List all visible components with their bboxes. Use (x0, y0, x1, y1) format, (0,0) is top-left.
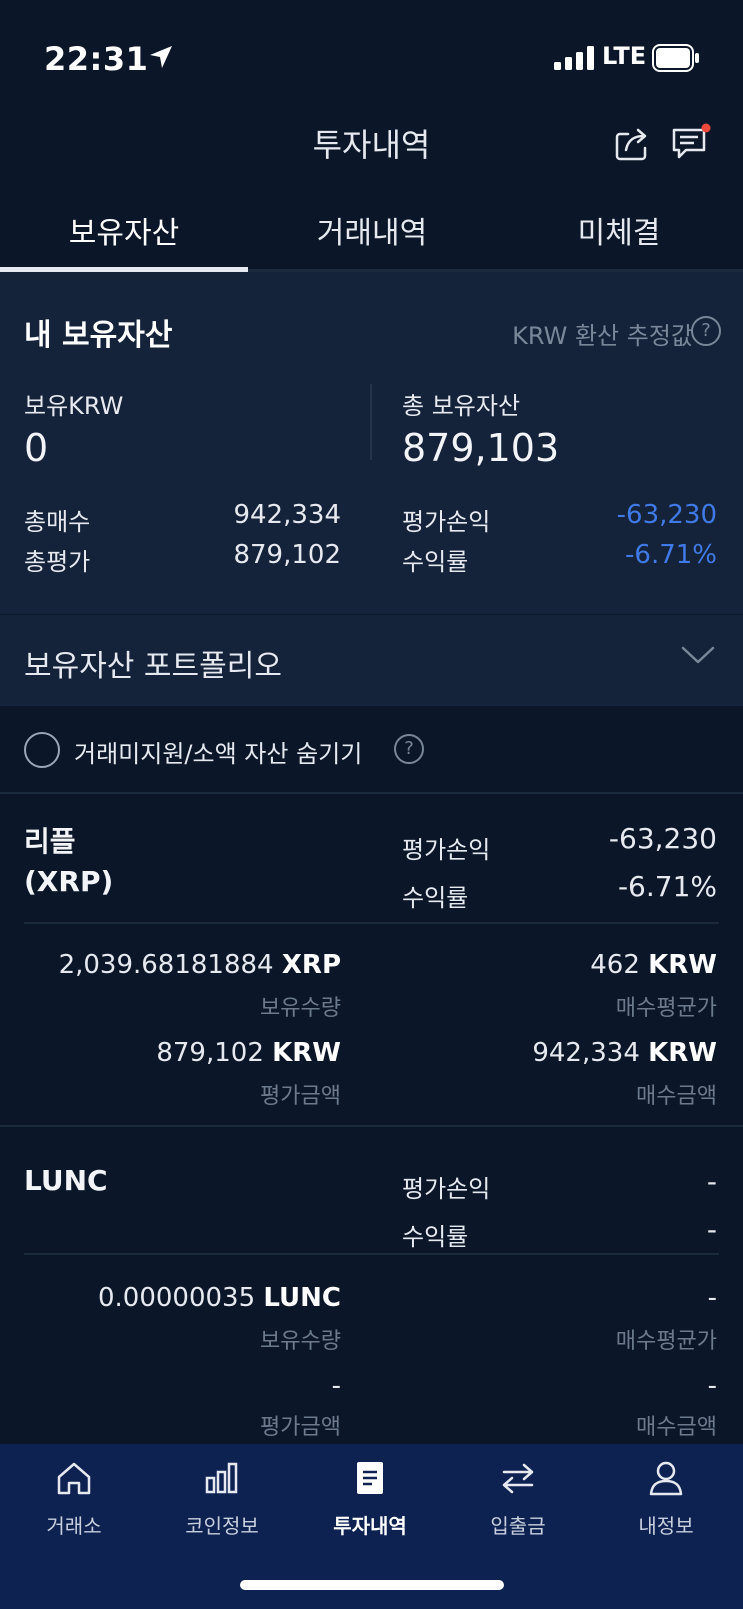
hide-small-assets-checkbox[interactable] (24, 732, 60, 768)
tab-holdings[interactable]: 보유자산 (0, 208, 248, 268)
pnl-label: 평가손익 (402, 508, 491, 536)
nav-exchange[interactable]: 거래소 (0, 1458, 148, 1539)
asset-quantity: 2,039.68181884 XRP (58, 950, 341, 980)
portfolio-label: 보유자산 포트폴리오 (24, 649, 282, 684)
asset-avg-price-label: 매수평균가 (615, 996, 717, 1021)
nav-label: 투자내역 (333, 1514, 407, 1538)
asset-buy-amount: - (707, 1371, 717, 1401)
asset-buy-amount-label: 매수금액 (636, 1084, 717, 1109)
asset-pnl-value: -63,230 (608, 822, 717, 855)
nav-label: 내정보 (638, 1514, 694, 1538)
help-icon[interactable]: ? (394, 734, 424, 764)
chat-icon[interactable] (670, 122, 712, 164)
nav-coin-info[interactable]: 코인정보 (148, 1458, 296, 1539)
held-krw-value: 0 (24, 426, 49, 470)
total-assets-value: 879,103 (402, 426, 560, 470)
transfer-icon (502, 1463, 534, 1494)
signal-icon (554, 46, 594, 70)
asset-inner-divider (24, 922, 719, 924)
asset-avg-price: - (707, 1283, 717, 1313)
asset-avg-price: 462 KRW (590, 950, 717, 980)
home-icon (57, 1462, 91, 1495)
roi-label: 수익률 (402, 548, 469, 576)
asset-buy-amount-label: 매수금액 (636, 1415, 717, 1440)
asset-pnl-value: - (706, 1165, 717, 1198)
status-bar: 22:31 LTE (0, 0, 743, 110)
portfolio-toggle[interactable]: 보유자산 포트폴리오 (0, 614, 743, 706)
asset-inner-divider (24, 1253, 719, 1255)
total-assets-label: 총 보유자산 (402, 392, 521, 420)
pnl-value: -63,230 (616, 500, 717, 530)
asset-avg-price-label: 매수평균가 (615, 1329, 717, 1354)
nav-label: 코인정보 (185, 1514, 259, 1538)
hide-small-assets-row: 거래미지원/소액 자산 숨기기 ? (0, 706, 743, 794)
header: 투자내역 (0, 110, 743, 200)
network-type: LTE (602, 42, 647, 70)
asset-pnl-label: 평가손익 (402, 836, 491, 864)
asset-ticker: (XRP) (24, 865, 114, 898)
nav-my-info[interactable]: 내정보 (592, 1458, 740, 1539)
tab-bar: 보유자산 거래내역 미체결 (0, 200, 743, 272)
nav-deposit-withdraw[interactable]: 입출금 (444, 1458, 592, 1539)
asset-pnl-label: 평가손익 (402, 1175, 491, 1203)
nav-label: 입출금 (490, 1514, 546, 1538)
asset-roi-value: -6.71% (617, 870, 717, 903)
summary-title: 내 보유자산 (24, 318, 173, 353)
asset-quantity-label: 보유수량 (260, 996, 341, 1021)
home-indicator (240, 1580, 504, 1590)
asset-eval-amount-label: 평가금액 (260, 1415, 341, 1440)
nav-investments[interactable]: 투자내역 (296, 1458, 444, 1539)
battery-icon (652, 44, 699, 72)
asset-card-xrp[interactable]: 리플 (XRP) 평가손익 -63,230 수익률 -6.71% 2,039.6… (0, 796, 743, 1124)
asset-name: 리플 (24, 825, 76, 858)
asset-roi-value: - (706, 1213, 717, 1246)
total-buy-value: 942,334 (233, 500, 341, 530)
asset-quantity: 0.00000035 LUNC (97, 1283, 341, 1313)
location-arrow-icon (150, 46, 172, 68)
status-time: 22:31 (44, 40, 149, 78)
holdings-summary: 내 보유자산 KRW 환산 추정값 ? 보유KRW 0 총 보유자산 879,1… (0, 272, 743, 614)
user-icon (649, 1461, 683, 1496)
tab-trade-history[interactable]: 거래내역 (248, 208, 496, 268)
krw-estimate-note: KRW 환산 추정값 (512, 322, 693, 350)
total-buy-label: 총매수 (24, 508, 91, 536)
hide-small-assets-label[interactable]: 거래미지원/소액 자산 숨기기 (74, 734, 362, 769)
total-eval-label: 총평가 (24, 548, 91, 576)
chart-icon (205, 1462, 238, 1494)
summary-divider (370, 384, 372, 460)
tab-open-orders[interactable]: 미체결 (495, 208, 743, 268)
nav-label: 거래소 (46, 1514, 102, 1538)
asset-buy-amount: 942,334 KRW (532, 1038, 717, 1068)
chevron-down-icon (681, 646, 715, 664)
asset-eval-amount: 879,102 KRW (156, 1038, 341, 1068)
held-krw-label: 보유KRW (24, 392, 124, 420)
asset-quantity-label: 보유수량 (260, 1329, 341, 1354)
asset-roi-label: 수익률 (402, 884, 469, 912)
total-eval-value: 879,102 (233, 540, 341, 570)
asset-eval-amount: - (331, 1371, 341, 1401)
asset-card-lunc[interactable]: LUNC 평가손익 - 수익률 - 0.00000035 LUNC 보유수량 -… (0, 1127, 743, 1444)
asset-roi-label: 수익률 (402, 1223, 469, 1251)
share-icon[interactable] (612, 124, 652, 164)
asset-eval-amount-label: 평가금액 (260, 1084, 341, 1109)
document-icon (357, 1462, 383, 1494)
roi-value: -6.71% (625, 540, 717, 570)
help-icon[interactable]: ? (691, 316, 721, 346)
asset-name: LUNC (24, 1164, 108, 1197)
